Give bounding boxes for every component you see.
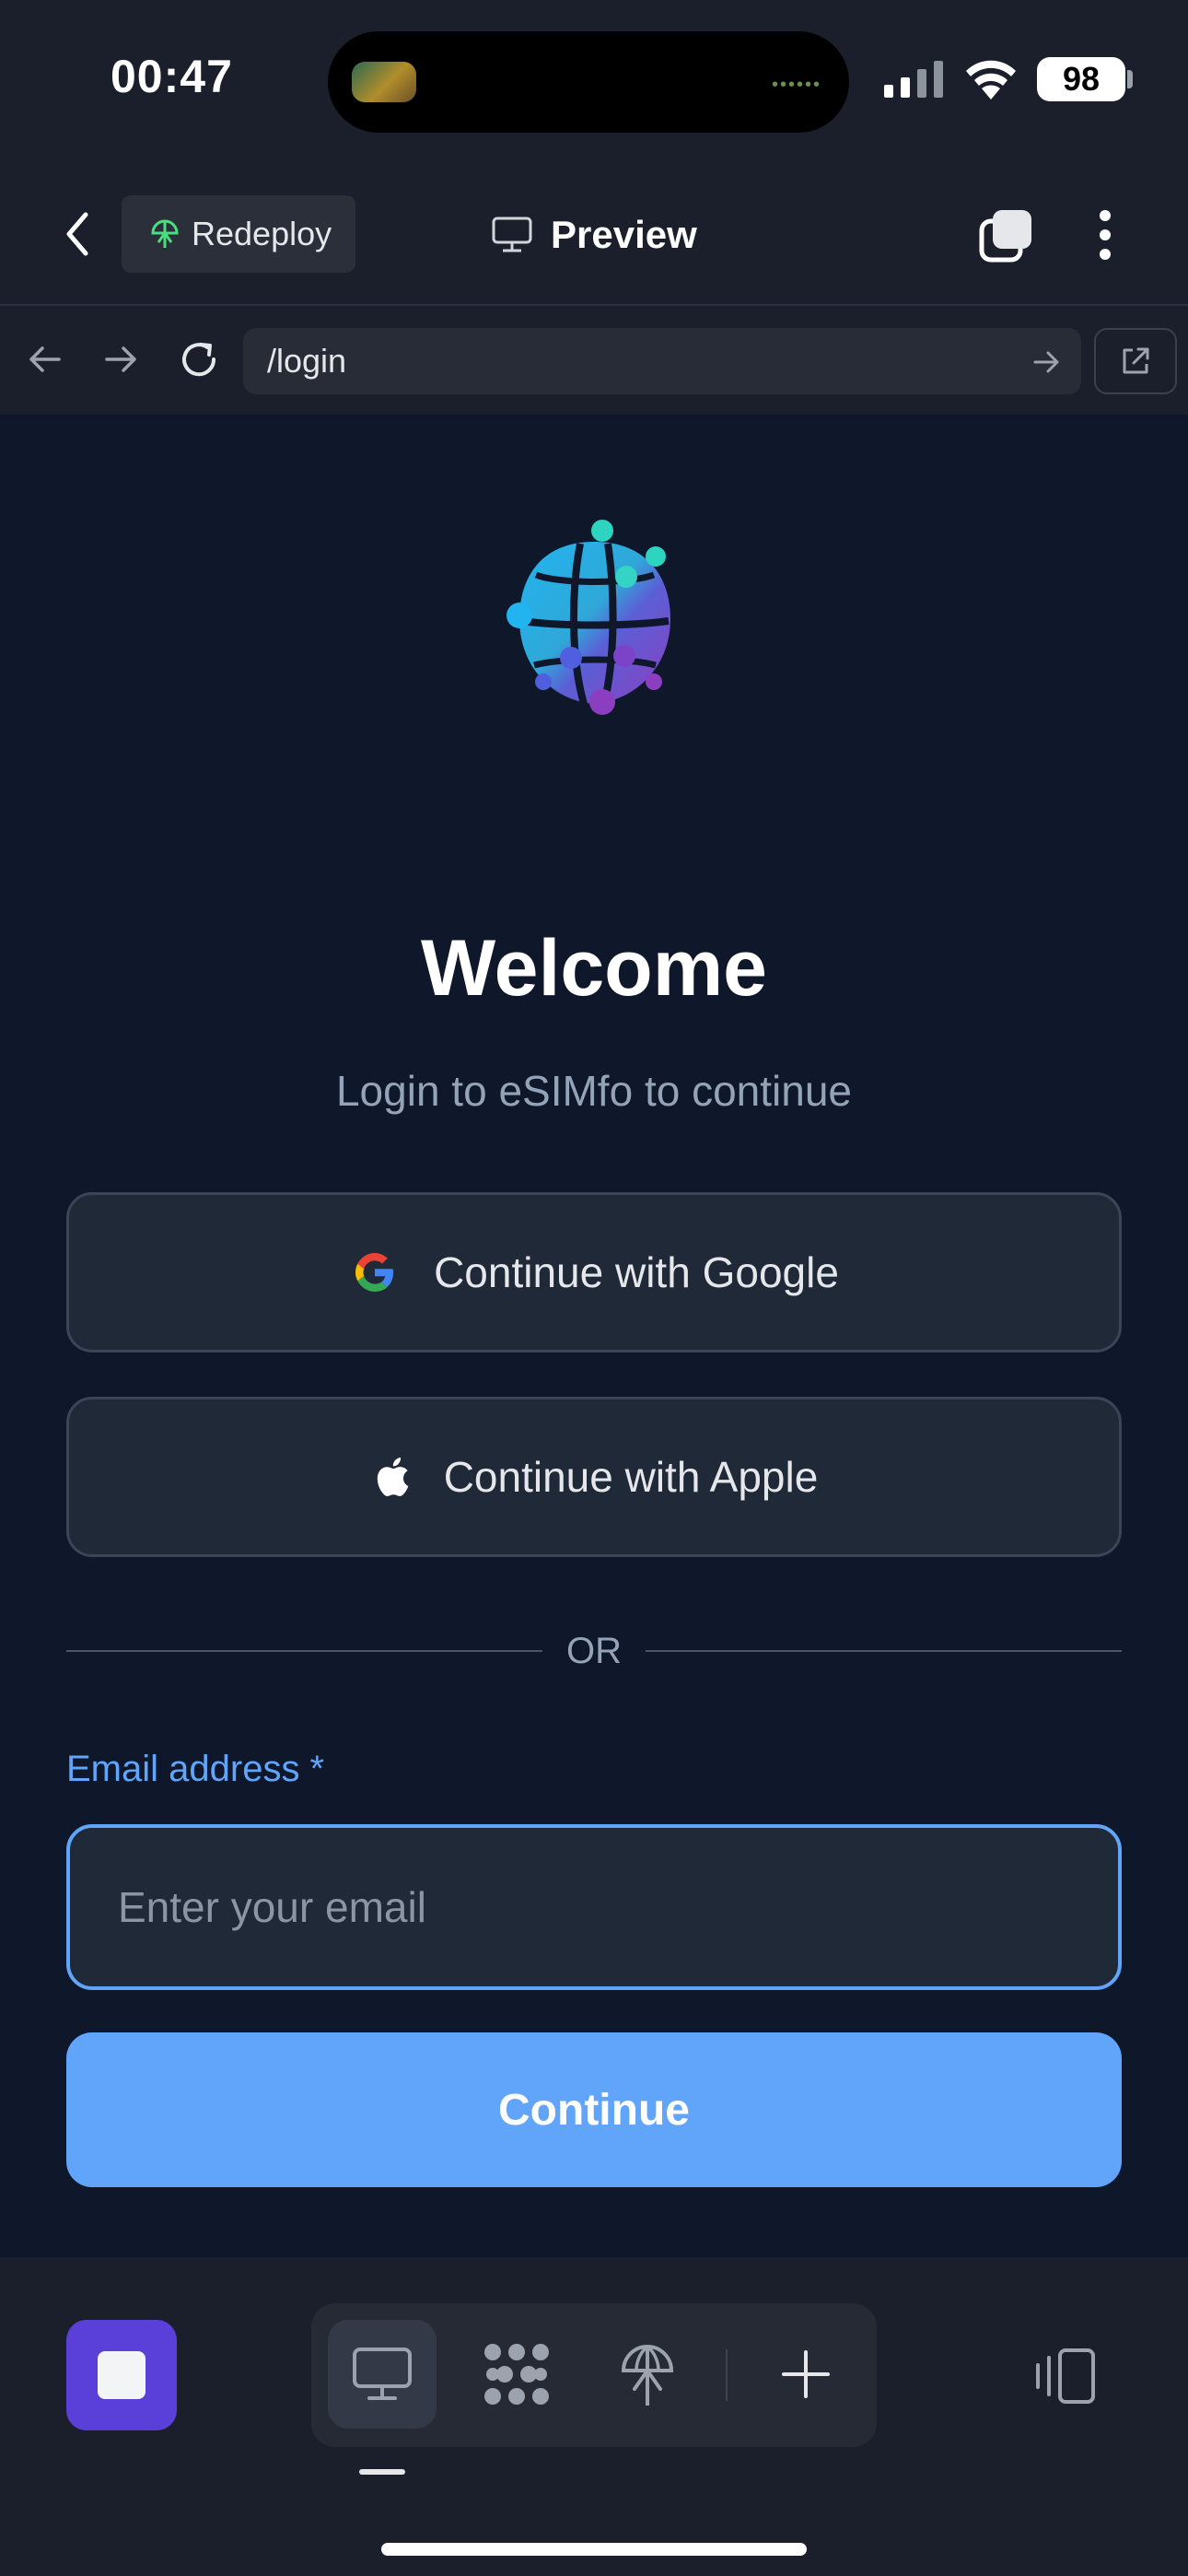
device-toggle-button[interactable]	[1028, 2338, 1103, 2414]
stop-icon	[98, 2351, 146, 2399]
url-field[interactable]: /login	[243, 328, 1081, 394]
workspace-tool-button[interactable]	[462, 2320, 571, 2429]
preview-tool-button[interactable]	[328, 2320, 437, 2429]
cellular-signal-icon	[884, 61, 943, 98]
email-field[interactable]	[66, 1824, 1122, 1990]
live-activity-icon	[352, 62, 416, 102]
page-subtitle: Login to eSIMfo to continue	[335, 1067, 853, 1115]
email-label: Email address *	[66, 1749, 325, 1789]
bottom-toolbar	[0, 2257, 1188, 2576]
arrow-left-icon	[29, 346, 61, 372]
google-button-label: Continue with Google	[434, 1248, 839, 1296]
tabs-icon[interactable]	[978, 208, 1033, 263]
battery-cap	[1127, 70, 1133, 88]
browser-url-bar: /login	[0, 306, 1188, 722]
apple-icon	[377, 1458, 409, 1496]
app-header: 00:47 •••••• 98 Redeploy Preview	[0, 0, 1188, 306]
more-dot	[1100, 210, 1111, 221]
url-text: /login	[267, 342, 347, 380]
or-text: OR	[566, 1630, 622, 1671]
dots-icon	[484, 2344, 549, 2405]
activity-dots-icon: ••••••	[771, 75, 821, 95]
refresh-icon	[182, 343, 216, 377]
continue-with-apple-button[interactable]: Continue with Apple	[66, 1397, 1122, 1557]
chevron-left-icon	[66, 212, 88, 256]
browser-reload-button[interactable]	[173, 334, 225, 385]
or-divider: OR	[66, 1623, 1122, 1679]
status-time: 00:47	[111, 51, 233, 102]
more-dot	[1100, 229, 1111, 240]
preview-title: Preview	[492, 203, 697, 267]
continue-with-google-button[interactable]: Continue with Google	[66, 1192, 1122, 1352]
deploy-tool-button[interactable]	[593, 2320, 702, 2429]
arrow-right-icon	[105, 346, 136, 372]
divider-line	[66, 1650, 542, 1652]
home-indicator	[381, 2543, 807, 2556]
redeploy-button[interactable]: Redeploy	[122, 195, 355, 273]
open-external-button[interactable]	[1094, 328, 1177, 394]
add-tool-button[interactable]	[751, 2320, 860, 2429]
browser-forward-button[interactable]	[96, 334, 147, 385]
globe-logo-icon	[507, 520, 670, 715]
google-icon	[355, 1253, 394, 1292]
monitor-icon	[353, 2348, 412, 2400]
go-arrow-icon[interactable]	[1033, 348, 1061, 376]
plus-icon	[782, 2350, 830, 2398]
wifi-icon	[966, 60, 1016, 100]
status-bar: 00:47 •••••• 98	[0, 0, 1188, 157]
globe-icon	[151, 219, 179, 248]
redeploy-label: Redeploy	[192, 215, 332, 252]
divider-line	[646, 1650, 1122, 1652]
battery-level: 98	[1037, 57, 1125, 101]
top-navbar: Redeploy Preview	[0, 175, 1188, 304]
monitor-icon	[492, 217, 532, 252]
browser-back-button[interactable]	[18, 334, 70, 385]
preview-label: Preview	[551, 213, 697, 256]
more-options-button[interactable]	[1085, 205, 1125, 265]
tool-switcher	[311, 2303, 877, 2447]
page-title: Welcome	[421, 924, 767, 1013]
stop-button[interactable]	[66, 2320, 177, 2430]
back-button[interactable]	[53, 206, 101, 262]
continue-button[interactable]: Continue	[66, 2032, 1122, 2187]
app-screen: 00:47 •••••• 98 Redeploy Preview /login …	[0, 0, 1188, 2576]
globe-icon	[621, 2345, 674, 2406]
dynamic-island: ••••••	[328, 31, 849, 133]
toolbar-separator	[726, 2349, 728, 2401]
more-dot	[1100, 249, 1111, 260]
external-link-icon	[1123, 347, 1149, 374]
active-tab-indicator	[359, 2469, 405, 2475]
login-page: Welcome Login to eSIMfo to continue Cont…	[0, 416, 1188, 2257]
apple-button-label: Continue with Apple	[443, 1453, 819, 1501]
device-rotate-icon	[1036, 2348, 1095, 2404]
